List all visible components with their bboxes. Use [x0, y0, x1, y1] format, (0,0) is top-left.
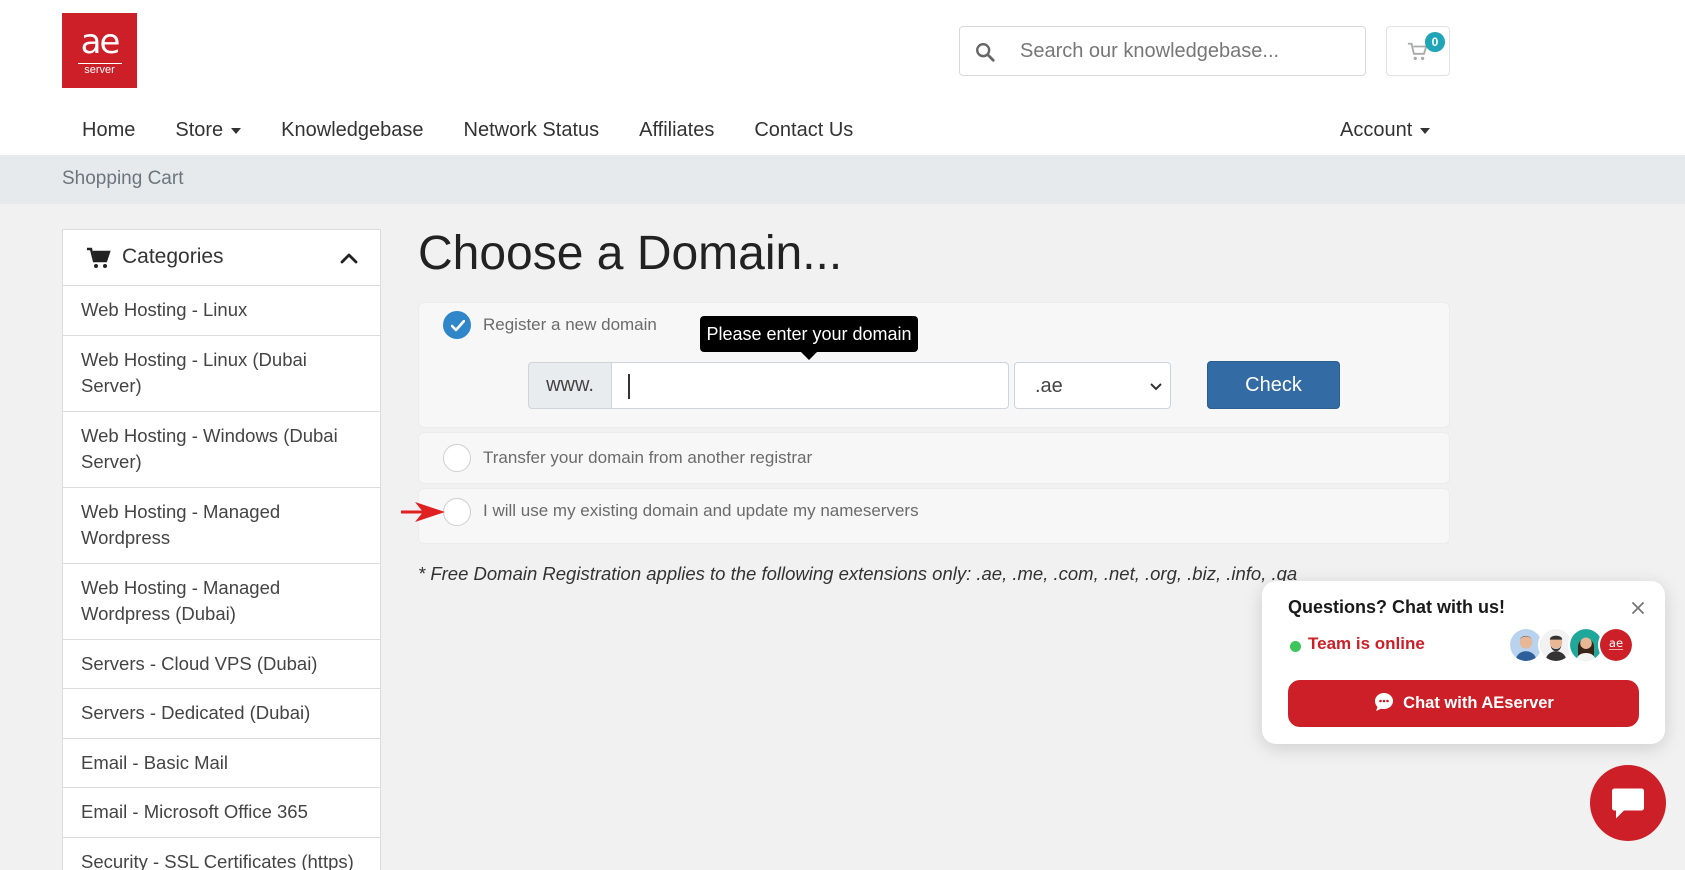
chat-bubble-icon	[1375, 693, 1394, 712]
sidebar-item-office-365[interactable]: Email - Microsoft Office 365	[63, 788, 380, 838]
categories-sidebar: Categories Web Hosting - Linux Web Hosti…	[62, 229, 381, 870]
nav-contact-us-label: Contact Us	[754, 119, 854, 141]
domain-input[interactable]	[611, 362, 1009, 409]
categories-header[interactable]: Categories	[63, 230, 380, 286]
nav-contact-us[interactable]: Contact Us	[734, 113, 873, 147]
logo-subtext: server	[77, 63, 122, 76]
search-input[interactable]	[1020, 35, 1350, 67]
chat-button-label: Chat with AEserver	[1403, 694, 1554, 712]
transfer-domain-panel: Transfer your domain from another regist…	[418, 432, 1450, 484]
aeserver-avatar: ae	[1598, 627, 1634, 663]
sidebar-item-managed-wordpress[interactable]: Web Hosting - Managed Wordpress	[63, 488, 380, 564]
register-domain-radio[interactable]	[443, 311, 471, 339]
domain-tooltip: Please enter your domain	[700, 316, 918, 360]
red-arrow-icon	[401, 502, 445, 522]
sidebar-item-ssl-certificates[interactable]: Security - SSL Certificates (https)	[63, 838, 380, 870]
nav-knowledgebase-label: Knowledgebase	[281, 119, 424, 141]
chevron-down-icon	[1150, 383, 1162, 391]
nav-home[interactable]: Home	[62, 113, 155, 147]
nav-network-status-label: Network Status	[463, 119, 600, 141]
nav-knowledgebase[interactable]: Knowledgebase	[261, 113, 443, 147]
existing-domain-radio[interactable]	[443, 498, 471, 526]
nav-network-status[interactable]: Network Status	[444, 113, 620, 147]
text-cursor	[628, 374, 630, 399]
search-icon	[976, 43, 995, 62]
existing-domain-panel: I will use my existing domain and update…	[418, 488, 1450, 544]
main-nav: Home Store Knowledgebase Network Status …	[62, 113, 873, 147]
caret-down-icon	[231, 127, 242, 134]
register-domain-label: Register a new domain	[483, 315, 657, 334]
shopping-cart-icon	[87, 247, 111, 268]
nav-affiliates-label: Affiliates	[639, 119, 715, 141]
chevron-up-icon[interactable]	[338, 247, 360, 269]
online-status-dot	[1290, 641, 1301, 652]
categories-title: Categories	[122, 245, 224, 268]
sidebar-item-basic-mail[interactable]: Email - Basic Mail	[63, 739, 380, 788]
caret-down-icon	[1420, 127, 1431, 134]
nav-store[interactable]: Store	[155, 113, 261, 147]
breadcrumb-bar: Shopping Cart	[0, 155, 1685, 204]
www-prefix: www.	[528, 362, 612, 409]
transfer-domain-label: Transfer your domain from another regist…	[483, 448, 813, 467]
chat-title: Questions? Chat with us!	[1288, 597, 1506, 617]
chat-widget: Questions? Chat with us! Team is online …	[1262, 581, 1665, 744]
page-title: Choose a Domain...	[418, 227, 843, 280]
close-icon[interactable]	[1630, 600, 1646, 616]
nav-affiliates[interactable]: Affiliates	[619, 113, 734, 147]
svg-text:ae: ae	[1609, 636, 1623, 650]
cart-count-badge: 0	[1425, 32, 1445, 52]
chat-bubble-icon	[1612, 788, 1644, 819]
check-button[interactable]: Check	[1207, 361, 1340, 409]
chat-with-aeserver-button[interactable]: Chat with AEserver	[1288, 680, 1639, 727]
nav-account-label: Account	[1340, 119, 1413, 141]
transfer-domain-radio[interactable]	[443, 444, 471, 472]
sidebar-item-web-hosting-linux[interactable]: Web Hosting - Linux	[63, 286, 380, 336]
nav-account[interactable]: Account	[1320, 113, 1450, 147]
logo-text: ae	[80, 22, 121, 62]
sidebar-item-web-hosting-linux-dubai[interactable]: Web Hosting - Linux (Dubai Server)	[63, 336, 380, 412]
aeserver-logo[interactable]: ae server	[62, 13, 137, 88]
cart-button[interactable]: 0	[1386, 26, 1450, 76]
online-status-text: Team is online	[1308, 634, 1425, 653]
tld-selected-value: .ae	[1035, 375, 1063, 397]
knowledgebase-search	[959, 26, 1366, 76]
nav-store-label: Store	[175, 119, 224, 141]
checkmark-icon	[451, 320, 465, 332]
sidebar-item-cloud-vps[interactable]: Servers - Cloud VPS (Dubai)	[63, 640, 380, 689]
sidebar-item-dedicated-servers[interactable]: Servers - Dedicated (Dubai)	[63, 689, 380, 739]
breadcrumb: Shopping Cart	[62, 168, 184, 189]
sidebar-item-web-hosting-windows-dubai[interactable]: Web Hosting - Windows (Dubai Server)	[63, 412, 380, 488]
free-domain-note: * Free Domain Registration applies to th…	[418, 563, 1298, 584]
nav-home-label: Home	[82, 119, 136, 141]
chat-launcher-button[interactable]	[1590, 765, 1666, 841]
sidebar-item-managed-wordpress-dubai[interactable]: Web Hosting - Managed Wordpress (Dubai)	[63, 564, 380, 640]
existing-domain-label: I will use my existing domain and update…	[483, 501, 919, 520]
site-header: ae server 0 Home Store Knowledgebase Net…	[0, 0, 1685, 155]
tld-select[interactable]: .ae	[1014, 362, 1171, 409]
